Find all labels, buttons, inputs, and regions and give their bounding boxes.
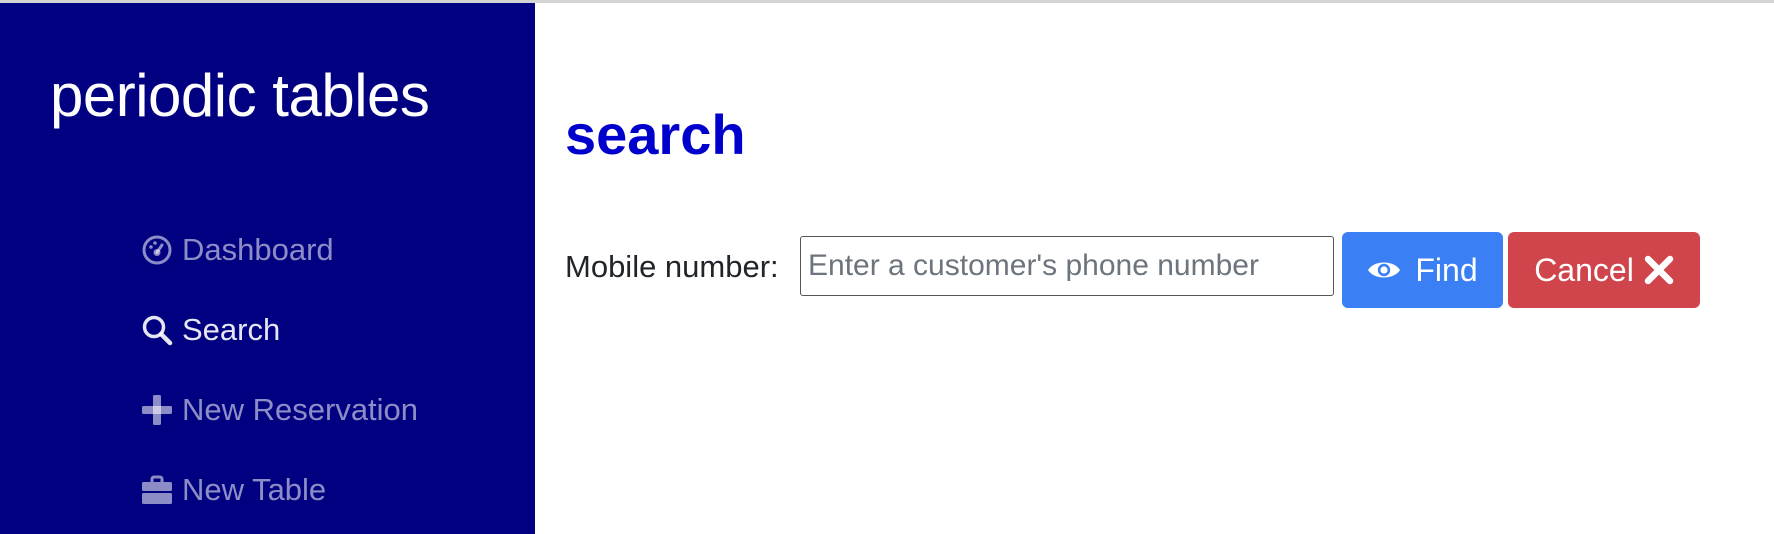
sidebar-item-search[interactable]: Search (140, 308, 280, 352)
x-icon (1644, 255, 1674, 285)
brand-title[interactable]: periodic tables (50, 61, 430, 131)
cancel-button[interactable]: Cancel (1508, 232, 1700, 308)
sidebar-item-dashboard[interactable]: Dashboard (140, 228, 334, 272)
sidebar: periodic tables Dashboard Search New Res… (0, 3, 535, 534)
plus-icon (140, 393, 174, 427)
find-button[interactable]: Find (1342, 232, 1503, 308)
sidebar-item-label: Search (182, 312, 281, 347)
eye-icon (1367, 258, 1401, 282)
sidebar-item-label: New Reservation (182, 392, 419, 427)
find-button-label: Find (1415, 251, 1478, 288)
sidebar-item-label: New Table (182, 472, 327, 507)
dashboard-gauge-icon (140, 233, 174, 267)
page-title: search (565, 103, 746, 166)
cancel-button-label: Cancel (1534, 251, 1634, 288)
search-icon (140, 313, 174, 347)
mobile-number-input[interactable] (800, 236, 1334, 296)
briefcase-icon (140, 473, 174, 507)
sidebar-item-new-table[interactable]: New Table (140, 468, 326, 512)
mobile-number-label: Mobile number: (565, 249, 779, 284)
sidebar-item-new-reservation[interactable]: New Reservation (140, 388, 418, 432)
sidebar-item-label: Dashboard (182, 232, 334, 267)
